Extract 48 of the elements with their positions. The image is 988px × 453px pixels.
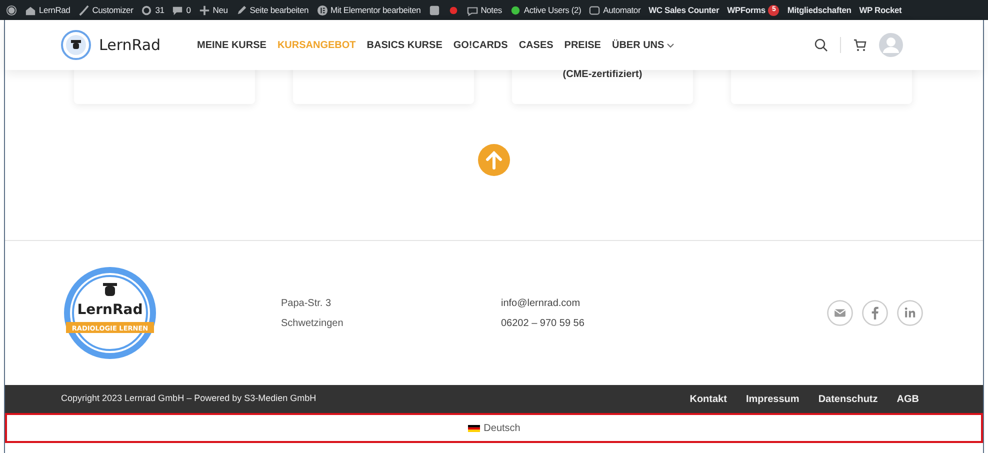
nav-link[interactable]: CASES (518, 38, 554, 52)
nav-link[interactable]: MEINE KURSE (197, 38, 266, 52)
admin-bar-item[interactable]: Mit Elementor bearbeiten (330, 4, 421, 16)
footer-link[interactable]: AGB (896, 392, 919, 406)
email-link[interactable]: info@lernrad.com (501, 296, 701, 310)
language-link[interactable]: Deutsch (484, 420, 520, 436)
admin-bar-item[interactable]: WC Sales Counter (648, 4, 720, 16)
admin-bar-item[interactable]: LernRad (39, 4, 70, 16)
nav-link[interactable]: BASICS KURSE (366, 38, 442, 52)
mail-icon[interactable] (827, 300, 853, 326)
footer-link[interactable]: Impressum (746, 392, 800, 406)
status-dot-icon[interactable] (510, 4, 521, 16)
admin-bar-item[interactable]: 0 (186, 4, 191, 16)
copyright-text: Copyright 2023 Lernrad GmbH – Powered by S3-Medien GmbH (61, 392, 316, 406)
footer-link[interactable]: Kontakt (690, 392, 727, 406)
speech-bubble-icon[interactable] (466, 4, 478, 16)
admin-bar-item[interactable]: WPForms (727, 4, 766, 16)
nav-link[interactable]: GO!CARDS (453, 38, 508, 52)
admin-bar-item[interactable]: 31 (155, 4, 164, 16)
linkedin-icon[interactable] (897, 300, 923, 326)
card-text: (CME-zertifiziert) (562, 68, 642, 82)
facebook-icon[interactable] (862, 300, 888, 326)
admin-bar-item[interactable]: Active Users (2) (524, 4, 582, 16)
logo-badge-icon (61, 30, 91, 60)
nav-link[interactable]: PREISE (564, 38, 601, 52)
admin-bar-item[interactable]: Notes (480, 4, 502, 16)
admin-bar-item[interactable]: Neu (212, 4, 228, 16)
footer-link[interactable]: Datenschutz (818, 392, 878, 406)
admin-bar-item[interactable]: Customizer (92, 4, 134, 16)
search-icon[interactable] (814, 38, 828, 52)
admin-bar-item[interactable]: Automator (603, 4, 641, 16)
address-line: Papa-Str. 3 (281, 296, 332, 310)
elementor-icon[interactable] (316, 4, 328, 16)
cart-icon[interactable] (853, 38, 867, 52)
pencil-icon[interactable] (236, 4, 247, 16)
nav-link[interactable]: ÜBER UNS (612, 38, 674, 52)
wordpress-logo-icon[interactable] (6, 4, 17, 16)
plus-icon[interactable] (198, 4, 210, 16)
address-line: Schwetzingen (281, 316, 344, 330)
german-flag-icon (468, 424, 480, 432)
phone-number: 06202 – 970 59 56 (501, 316, 586, 330)
chevron-down-icon (667, 42, 674, 48)
status-dot-icon[interactable] (448, 4, 459, 16)
admin-bar-item[interactable]: Seite bearbeiten (250, 4, 309, 16)
admin-bar-item[interactable]: Mitgliedschaften (787, 4, 852, 16)
logo-text: LernRad (99, 34, 161, 56)
comment-icon[interactable] (172, 4, 184, 16)
admin-bar-item[interactable]: WP Rocket (859, 4, 902, 16)
